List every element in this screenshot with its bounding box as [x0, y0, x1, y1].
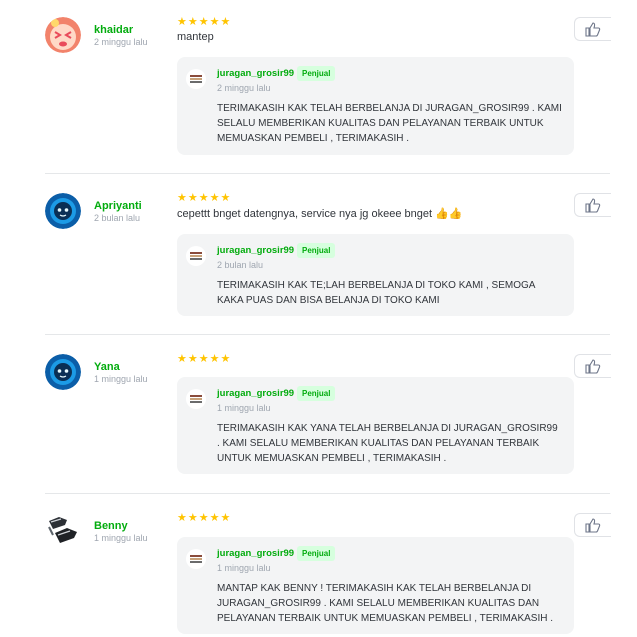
like-button[interactable]: [574, 513, 611, 537]
review-divider: [45, 173, 610, 174]
review-time: 2 bulan lalu: [94, 213, 141, 223]
seller-badge: Penjual: [297, 546, 336, 561]
reply-time: 2 bulan lalu: [217, 260, 264, 270]
thumbs-up-icon: [585, 358, 601, 374]
review-time: 1 minggu lalu: [94, 374, 148, 384]
rating-stars: ★★★★★: [177, 353, 232, 365]
shop-avatar: [186, 246, 206, 266]
reply-text: TERIMAKASIH KAK YANA TELAH BERBELANJA DI…: [217, 423, 558, 464]
reply-text: TERIMAKASIH KAK TELAH BERBELANJA DI JURA…: [217, 103, 562, 144]
seller-reply: juragan_grosir99 Penjual 2 bulan lalu TE…: [177, 234, 574, 316]
thumbs-up-icon: [585, 197, 601, 213]
seller-badge: Penjual: [297, 66, 336, 81]
thumbs-up-icon: [585, 21, 601, 37]
shop-name[interactable]: juragan_grosir99: [217, 388, 294, 399]
shop-name[interactable]: juragan_grosir99: [217, 548, 294, 559]
monkey-avatar-icon: [45, 17, 81, 53]
reply-text: TERIMAKASIH KAK TE;LAH BERBELANJA DI TOK…: [217, 280, 535, 306]
like-button[interactable]: [574, 193, 611, 217]
reply-text: MANTAP KAK BENNY ! TERIMAKASIH KAK TELAH…: [217, 583, 554, 624]
shop-avatar: [186, 389, 206, 409]
seller-badge: Penjual: [297, 386, 336, 401]
seller-reply: juragan_grosir99 Penjual 1 minggu lalu M…: [177, 537, 574, 634]
review-divider: [45, 493, 610, 494]
rating-stars: ★★★★★: [177, 192, 232, 204]
thumbs-up-icon: [585, 517, 601, 533]
shop-logo-icon: [190, 395, 202, 403]
reply-time: 1 minggu lalu: [217, 403, 271, 413]
reviewer-name[interactable]: khaidar: [94, 24, 133, 36]
seller-badge: Penjual: [297, 243, 336, 258]
like-button[interactable]: [574, 17, 611, 41]
review-time: 2 minggu lalu: [94, 37, 148, 47]
shop-logo-icon: [190, 75, 202, 83]
shop-avatar: [186, 549, 206, 569]
seller-reply: juragan_grosir99 Penjual 2 minggu lalu T…: [177, 57, 574, 155]
reviewer-name[interactable]: Benny: [94, 520, 128, 532]
rating-stars: ★★★★★: [177, 512, 232, 524]
shop-name[interactable]: juragan_grosir99: [217, 68, 294, 79]
review-divider: [45, 334, 610, 335]
seller-reply: juragan_grosir99 Penjual 1 minggu lalu T…: [177, 377, 574, 474]
review-text: cepettt bnget datengnya, service nya jg …: [177, 208, 463, 220]
shop-logo-icon: [190, 555, 202, 563]
avatar[interactable]: [45, 193, 81, 229]
robot-avatar-icon: [45, 354, 81, 390]
avatar[interactable]: [45, 17, 81, 53]
robot-avatar-icon: [45, 193, 81, 229]
reply-time: 2 minggu lalu: [217, 83, 271, 93]
reviewer-name[interactable]: Yana: [94, 361, 120, 373]
avatar[interactable]: [45, 354, 81, 390]
rating-stars: ★★★★★: [177, 16, 232, 28]
shop-logo-icon: [190, 252, 202, 260]
shop-name[interactable]: juragan_grosir99: [217, 245, 294, 256]
reviewer-name[interactable]: Apriyanti: [94, 200, 142, 212]
shop-avatar: [186, 69, 206, 89]
review-time: 1 minggu lalu: [94, 533, 148, 543]
like-button[interactable]: [574, 354, 611, 378]
shoes-avatar-icon: [48, 517, 77, 543]
avatar[interactable]: [45, 513, 81, 549]
review-text: mantep: [177, 31, 214, 43]
reply-time: 1 minggu lalu: [217, 563, 271, 573]
